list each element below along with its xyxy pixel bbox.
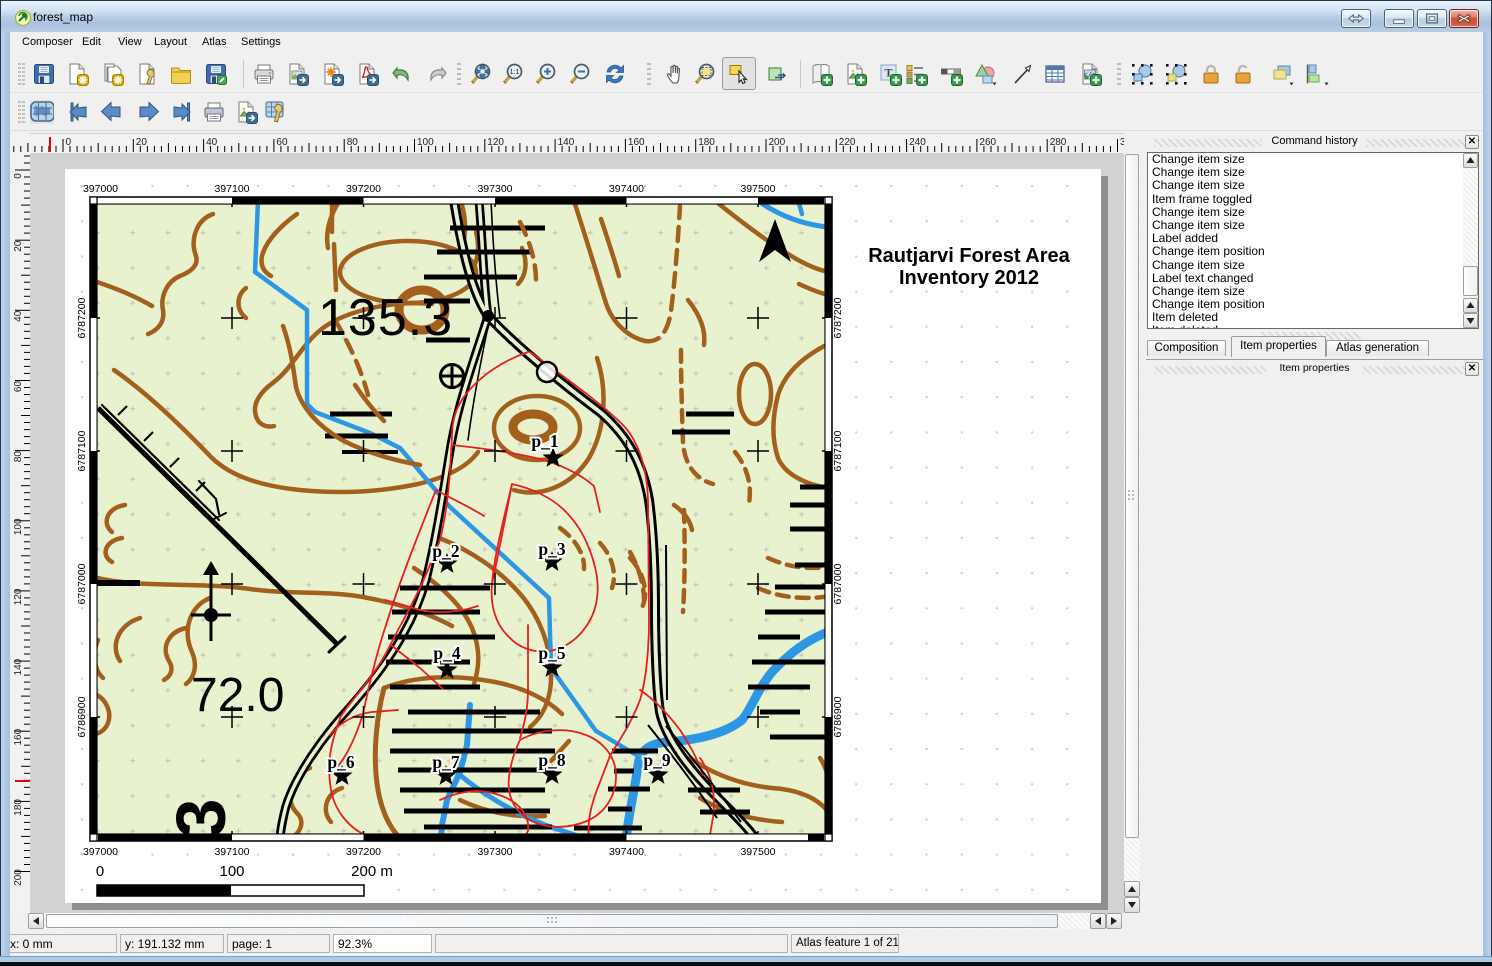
svg-text:260: 260 <box>979 137 996 148</box>
svg-text:160: 160 <box>628 137 645 148</box>
svg-text:397000: 397000 <box>83 846 118 858</box>
svg-text:200: 200 <box>769 137 786 148</box>
svg-text:Rautjarvi Forest Area: Rautjarvi Forest Area <box>868 245 1070 267</box>
svg-text:6787000: 6787000 <box>76 563 88 604</box>
svg-text:1:1: 1:1 <box>510 69 520 76</box>
svg-text:397500: 397500 <box>740 183 775 195</box>
svg-text:40: 40 <box>13 310 24 322</box>
svg-text:100: 100 <box>219 863 244 880</box>
svg-text:100: 100 <box>417 137 434 148</box>
svg-text:6787100: 6787100 <box>76 430 88 471</box>
svg-text:0: 0 <box>13 173 24 179</box>
svg-text:397300: 397300 <box>477 183 512 195</box>
svg-text:60: 60 <box>13 381 24 393</box>
svg-text:p_3: p_3 <box>538 539 565 559</box>
svg-text:6787000: 6787000 <box>832 563 844 604</box>
svg-text:80: 80 <box>13 451 24 463</box>
svg-text:0: 0 <box>66 137 72 148</box>
svg-text:397100: 397100 <box>214 846 249 858</box>
svg-text:200: 200 <box>13 869 24 886</box>
svg-text:397200: 397200 <box>346 183 381 195</box>
svg-text:p_2: p_2 <box>432 541 459 561</box>
svg-text:397400: 397400 <box>609 183 644 195</box>
svg-text:140: 140 <box>13 658 24 675</box>
svg-text:120: 120 <box>13 588 24 605</box>
svg-text:20: 20 <box>13 240 24 252</box>
svg-text:72.0: 72.0 <box>191 669 284 722</box>
svg-text:3: 3 <box>161 799 239 838</box>
svg-text:p_6: p_6 <box>327 752 354 772</box>
svg-text:160: 160 <box>13 728 24 745</box>
svg-text:397100: 397100 <box>214 183 249 195</box>
svg-text:p_9: p_9 <box>643 750 670 770</box>
svg-text:135.3: 135.3 <box>318 289 453 347</box>
svg-text:397000: 397000 <box>83 183 118 195</box>
svg-text:80: 80 <box>347 137 359 148</box>
svg-text:300: 300 <box>1120 137 1124 148</box>
svg-text:180: 180 <box>698 137 715 148</box>
svg-text:p_8: p_8 <box>538 750 565 770</box>
svg-text:p_7: p_7 <box>432 752 459 772</box>
svg-text:40: 40 <box>206 137 218 148</box>
svg-text:397500: 397500 <box>740 846 775 858</box>
svg-text:397200: 397200 <box>346 846 381 858</box>
svg-text:140: 140 <box>558 137 575 148</box>
svg-text:280: 280 <box>1050 137 1067 148</box>
svg-text:397300: 397300 <box>477 846 512 858</box>
svg-text:240: 240 <box>909 137 926 148</box>
svg-text:Inventory 2012: Inventory 2012 <box>899 267 1039 289</box>
svg-text:60: 60 <box>276 137 288 148</box>
svg-text:6786900: 6786900 <box>832 696 844 737</box>
svg-text:0: 0 <box>96 863 104 880</box>
svg-text:p_1: p_1 <box>531 431 558 451</box>
svg-text:120: 120 <box>487 137 504 148</box>
svg-text:20: 20 <box>136 137 148 148</box>
svg-text:6787100: 6787100 <box>832 430 844 471</box>
svg-text:180: 180 <box>13 799 24 816</box>
svg-text:200 m: 200 m <box>351 863 393 880</box>
svg-text:100: 100 <box>13 518 24 535</box>
svg-text:p_5: p_5 <box>538 643 565 663</box>
svg-text:p_4: p_4 <box>433 643 460 663</box>
svg-text:6787200: 6787200 <box>76 297 88 338</box>
svg-text:6786900: 6786900 <box>76 696 88 737</box>
svg-text:397400: 397400 <box>609 846 644 858</box>
svg-text:6787200: 6787200 <box>832 297 844 338</box>
svg-text:220: 220 <box>839 137 856 148</box>
